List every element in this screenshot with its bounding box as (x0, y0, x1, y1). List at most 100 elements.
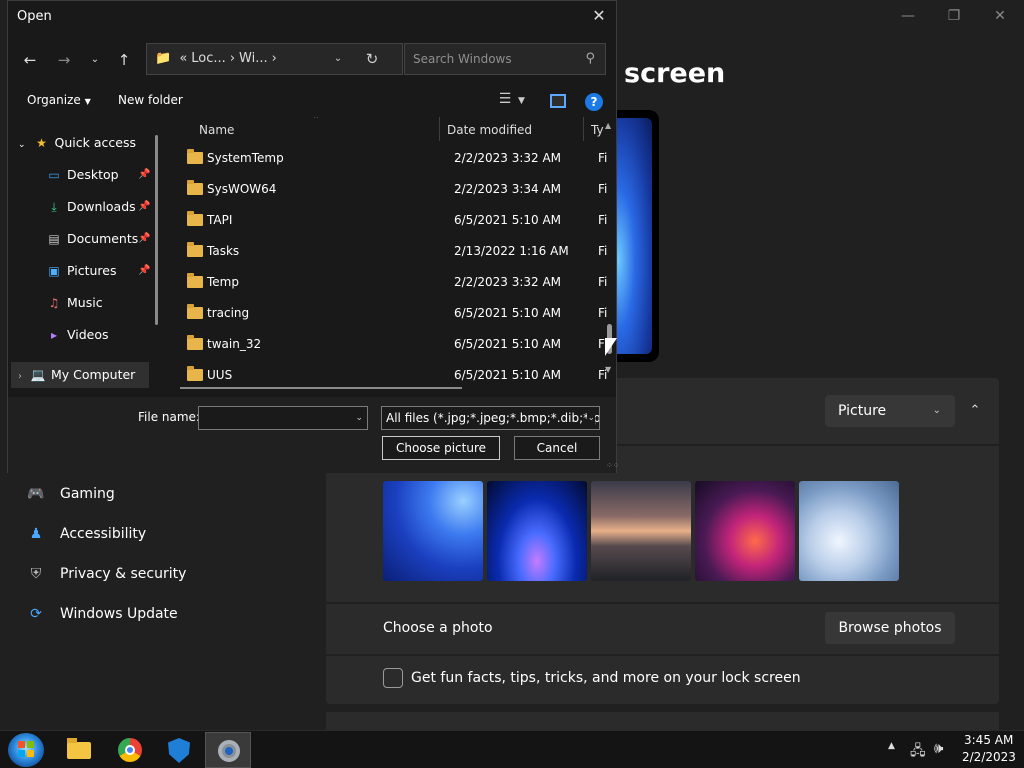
recent-locations-chevron-icon[interactable]: ⌄ (84, 49, 106, 71)
chevron-down-icon: ⌄ (932, 405, 941, 416)
show-hidden-icons-icon[interactable]: ▲ (888, 741, 895, 751)
nav-item-privacy-security[interactable]: ⛨ Privacy & security (26, 562, 187, 586)
file-type-filter-select[interactable]: All files (*.jpg;*.jpeg;*.bmp;*.dib;*.pn… (381, 406, 600, 430)
file-list-horizontal-scrollbar[interactable] (180, 387, 462, 389)
recent-image-1[interactable] (383, 481, 483, 581)
folder-icon (187, 242, 203, 257)
recent-image-5[interactable] (799, 481, 899, 581)
maximize-button[interactable]: ❐ (931, 4, 977, 28)
nav-item-accessibility[interactable]: ♟ Accessibility (26, 522, 146, 546)
folder-icon (187, 149, 203, 164)
taskbar-chrome[interactable] (107, 732, 153, 768)
pin-icon: 📌 (138, 265, 151, 276)
clock-date[interactable]: 2/2/2023 (962, 750, 1016, 764)
new-folder-button[interactable]: New folder (118, 93, 183, 107)
address-overflow[interactable]: « (179, 51, 187, 66)
pictures-icon: ▣ (48, 264, 60, 278)
view-options-chevron-icon[interactable]: ▼ (518, 91, 532, 111)
fun-facts-label: Get fun facts, tips, tricks, and more on… (411, 670, 801, 686)
taskbar-security-app[interactable] (156, 732, 202, 768)
navigation-pane: ⌄ ★ Quick access ▭ Desktop 📌 ⤓ Downloads 📌 ▤ Do… (8, 117, 158, 395)
file-row[interactable]: SysWOW64 2/2/2023 3:34 AM Fi (166, 175, 607, 203)
column-header-name[interactable]: Name (199, 123, 234, 137)
lock-screen-status-row (326, 712, 999, 730)
security-shield-icon (168, 738, 190, 763)
file-name-label: File name: (138, 410, 200, 424)
tree-item-pictures[interactable]: ▣ Pictures 📌 (46, 259, 156, 283)
file-row[interactable]: UUS 6/5/2021 5:10 AM Fi (166, 361, 607, 389)
dialog-title: Open (17, 9, 52, 24)
chevron-down-icon[interactable]: ⌄ (355, 407, 363, 429)
taskbar-file-explorer[interactable] (56, 732, 102, 768)
scroll-up-arrow-icon[interactable]: ▲ (605, 121, 611, 130)
choose-photo-label: Choose a photo (383, 620, 493, 636)
choose-picture-button[interactable]: Choose picture (382, 436, 500, 460)
address-dropdown-chevron-icon[interactable]: ⌄ (328, 44, 348, 74)
forward-arrow-icon[interactable]: → (53, 49, 75, 71)
file-row[interactable]: SystemTemp 2/2/2023 3:32 AM Fi (166, 144, 607, 172)
file-row[interactable]: tracing 6/5/2021 5:10 AM Fi (166, 299, 607, 327)
folder-icon (187, 366, 203, 381)
file-row[interactable]: Temp 2/2/2023 3:32 AM Fi (166, 268, 607, 296)
refresh-icon[interactable]: ↻ (361, 44, 383, 74)
background-type-value: Picture (838, 403, 887, 419)
browse-photos-button[interactable]: Browse photos (825, 612, 955, 644)
network-icon[interactable]: 🖧 (910, 740, 926, 764)
up-arrow-icon[interactable]: ↑ (113, 49, 135, 71)
fun-facts-checkbox[interactable] (383, 668, 403, 688)
tree-item-my-computer[interactable]: › 💻 My Computer (18, 363, 135, 387)
recent-image-2[interactable] (487, 481, 587, 581)
document-icon: ▤ (48, 232, 60, 246)
pin-icon: 📌 (138, 201, 151, 212)
address-segment-windows[interactable]: Wi... (239, 51, 268, 66)
close-icon[interactable]: ✕ (588, 5, 610, 27)
file-row[interactable]: twain_32 6/5/2021 5:10 AM Fi (166, 330, 607, 358)
volume-icon[interactable]: 🕪 (934, 739, 943, 757)
organize-button[interactable]: Organize ▼ (27, 93, 91, 107)
file-row[interactable]: Tasks 2/13/2022 1:16 AM Fi (166, 237, 607, 265)
address-segment-local[interactable]: Loc... (191, 51, 226, 66)
resize-grip-icon[interactable]: ⁘⁘ (606, 461, 619, 470)
search-input[interactable]: Search Windows ⚲ (404, 43, 606, 75)
preview-pane-icon[interactable] (550, 94, 566, 108)
background-type-select[interactable]: Picture ⌄ (825, 395, 955, 427)
tree-item-quick-access[interactable]: ⌄ ★ Quick access (18, 131, 136, 155)
shield-icon: ⛨ (30, 566, 42, 582)
cancel-button[interactable]: Cancel (514, 436, 600, 460)
expand-chevron-icon[interactable]: ⌄ (18, 140, 26, 150)
desktop-icon: ▭ (48, 168, 60, 182)
folder-icon (187, 211, 203, 226)
taskbar-settings[interactable] (205, 732, 251, 768)
nav-item-windows-update[interactable]: ⟳ Windows Update (26, 602, 178, 626)
expand-chevron-icon[interactable]: › (18, 371, 22, 382)
tree-item-desktop[interactable]: ▭ Desktop 📌 (46, 163, 156, 187)
nav-pane-scrollbar[interactable] (155, 135, 158, 325)
file-explorer-icon (67, 738, 91, 759)
close-window-button[interactable]: ✕ (977, 4, 1023, 28)
tree-item-documents[interactable]: ▤ Documents 📌 (46, 227, 156, 251)
column-header-date-modified[interactable]: Date modified (447, 123, 532, 137)
tree-item-videos[interactable]: ▸ Videos (46, 323, 109, 347)
column-divider[interactable] (439, 117, 440, 141)
update-icon: ⟳ (30, 606, 42, 622)
tree-item-music[interactable]: ♫ Music (46, 291, 103, 315)
minimize-button[interactable]: — (885, 4, 931, 28)
file-type-filter-value: All files (*.jpg;*.jpeg;*.bmp;*.dib;*.pn… (386, 411, 600, 425)
recent-image-3[interactable] (591, 481, 691, 581)
view-list-icon[interactable]: ☰ (495, 91, 515, 111)
recent-image-4[interactable] (695, 481, 795, 581)
nav-item-gaming[interactable]: 🎮 Gaming (26, 482, 114, 506)
clock-time[interactable]: 3:45 AM (964, 733, 1013, 747)
column-divider[interactable] (583, 117, 584, 141)
column-header-type[interactable]: Ty (591, 123, 604, 137)
file-row[interactable]: TAPI 6/5/2021 5:10 AM Fi (166, 206, 607, 234)
computer-icon: 💻 (30, 368, 46, 382)
chevron-up-icon[interactable]: ⌃ (960, 396, 990, 426)
start-button[interactable] (8, 733, 44, 767)
file-name-input[interactable]: ⌄ (198, 406, 368, 430)
music-icon: ♫ (48, 296, 60, 310)
help-icon[interactable]: ? (585, 93, 603, 111)
back-arrow-icon[interactable]: ← (19, 49, 41, 71)
scroll-down-arrow-icon[interactable]: ▼ (605, 365, 611, 374)
tree-item-downloads[interactable]: ⤓ Downloads 📌 (46, 195, 156, 219)
